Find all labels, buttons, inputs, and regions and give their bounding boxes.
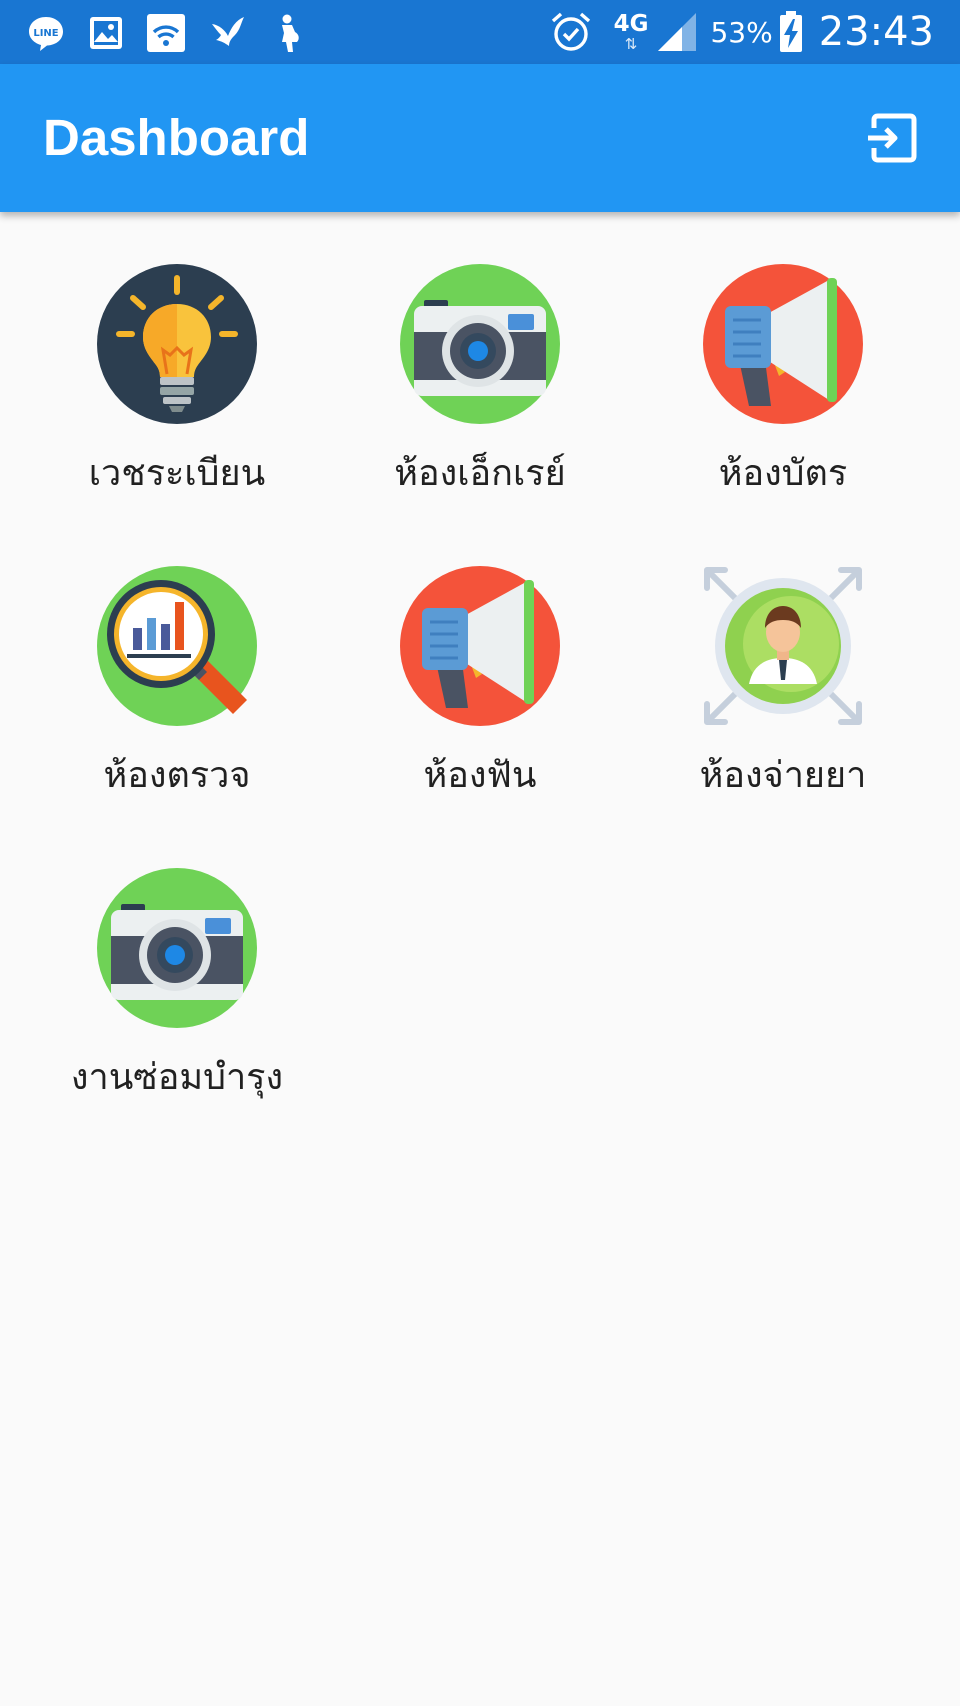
camera-icon bbox=[97, 868, 257, 1028]
battery-percent: 53% bbox=[710, 15, 773, 49]
clock: 23:43 bbox=[818, 9, 934, 55]
network-indicator: 4G ⇅ bbox=[613, 10, 649, 53]
menu-tile-label: เวชระเบียน bbox=[88, 453, 266, 494]
status-bar: LINE 4G ⇅ 53% 23:43 bbox=[0, 0, 960, 64]
bird-icon bbox=[208, 13, 248, 53]
menu-tile-label: ห้องจ่ายยา bbox=[699, 755, 867, 796]
megaphone-icon bbox=[400, 566, 560, 726]
exit-icon bbox=[868, 113, 917, 163]
battery-charging-icon bbox=[779, 11, 803, 53]
menu-tile-medical-records[interactable]: เวชระเบียน bbox=[42, 212, 312, 494]
wifi-icon bbox=[146, 13, 186, 53]
status-notification-icons: LINE bbox=[26, 10, 328, 56]
line-icon: LINE bbox=[26, 13, 66, 53]
alarm-icon bbox=[550, 11, 592, 53]
menu-tile-xray-room[interactable]: ห้องเอ็กเรย์ bbox=[345, 212, 615, 494]
page-title: Dashboard bbox=[43, 109, 310, 166]
person-icon bbox=[704, 567, 862, 725]
logout-button[interactable] bbox=[862, 108, 922, 168]
maternity-icon bbox=[270, 13, 306, 53]
menu-tile-exam-room[interactable]: ห้องตรวจ bbox=[42, 514, 312, 796]
camera-icon bbox=[400, 264, 560, 424]
status-system-icons: 4G ⇅ 53% 23:43 bbox=[550, 6, 934, 58]
menu-tile-pharmacy[interactable]: ห้องจ่ายยา bbox=[648, 514, 918, 796]
app-bar: Dashboard bbox=[0, 64, 960, 212]
svg-text:LINE: LINE bbox=[33, 28, 58, 39]
menu-tile-card-room[interactable]: ห้องบัตร bbox=[648, 212, 918, 494]
menu-tile-label: ห้องเอ็กเรย์ bbox=[394, 453, 566, 494]
data-arrows-icon: ⇅ bbox=[624, 34, 638, 53]
analytics-magnifier-icon bbox=[97, 566, 257, 726]
lightbulb-icon bbox=[97, 264, 257, 424]
menu-tile-maintenance[interactable]: งานซ่อมบำรุง bbox=[42, 816, 312, 1098]
menu-tile-label: งานซ่อมบำรุง bbox=[70, 1057, 284, 1098]
gallery-icon bbox=[88, 15, 124, 51]
menu-tile-dental-room[interactable]: ห้องฟัน bbox=[345, 514, 615, 796]
menu-tile-label: ห้องตรวจ bbox=[103, 755, 251, 796]
menu-tile-label: ห้องบัตร bbox=[718, 453, 848, 494]
menu-tile-label: ห้องฟัน bbox=[423, 755, 537, 796]
signal-icon bbox=[656, 11, 698, 53]
megaphone-icon bbox=[703, 264, 863, 424]
network-type: 4G bbox=[613, 10, 649, 37]
